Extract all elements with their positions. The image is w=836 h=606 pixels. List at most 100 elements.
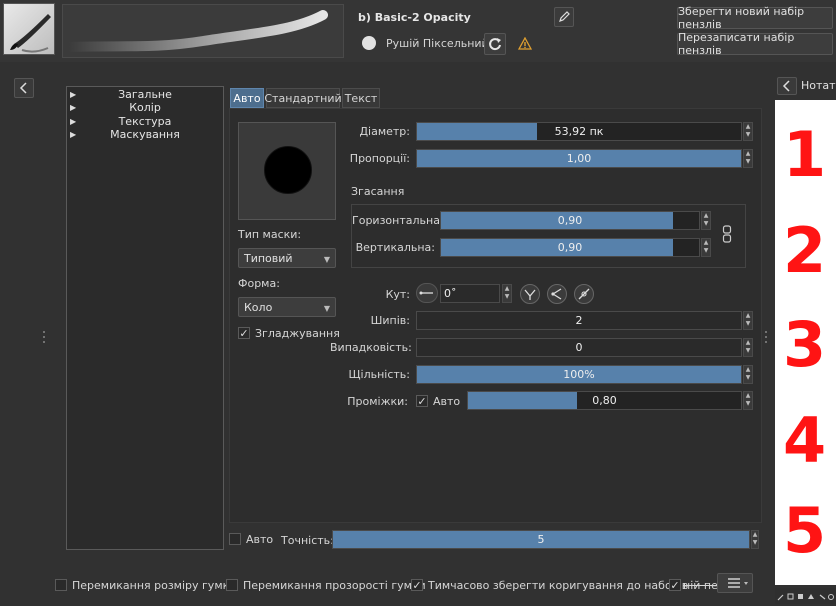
ratio-label: Пропорції: [349, 152, 410, 165]
accuracy-value: 5 [537, 533, 545, 546]
accuracy-slider[interactable]: 5 [332, 530, 750, 549]
tree-item-general[interactable]: ▶ Загальне [67, 88, 223, 101]
preset-name: b) Basic-2 Opacity [358, 11, 471, 24]
dropdown-arrow-icon: ▼ [323, 255, 330, 264]
tree-item-texture[interactable]: ▶ Текстура [67, 115, 223, 128]
temp-save-checkbox[interactable]: ✓ [411, 579, 423, 592]
randomness-value: 0 [575, 341, 583, 354]
edit-name-button[interactable] [554, 7, 574, 27]
mask-type-label: Тип маски: [238, 228, 302, 241]
note-number: 3 [783, 308, 827, 381]
save-new-preset-button[interactable]: Зберегти новий набір пензлів [677, 5, 833, 31]
eraser-opacity-checkbox[interactable] [226, 579, 238, 591]
tab-standard[interactable]: Стандартний [264, 88, 342, 108]
antialias-checkbox[interactable]: ✓ [238, 327, 250, 340]
extra-checkbox[interactable]: ✓ [669, 579, 681, 592]
horizontal-slider[interactable]: 0,90 [440, 211, 700, 230]
note-number: 2 [783, 214, 827, 287]
link-icon[interactable] [722, 225, 732, 246]
spacing-label: Проміжки: [347, 395, 408, 408]
horizontal-spin[interactable]: ▲ ▼ [701, 211, 711, 230]
shape-label: Форма: [238, 277, 280, 290]
brush-tip-shape [264, 146, 312, 194]
extra-label: ній пе [683, 579, 718, 592]
density-spin[interactable]: ▲ ▼ [743, 365, 753, 384]
diameter-spin[interactable]: ▲ ▼ [743, 122, 753, 141]
expand-arrow-icon: ▶ [70, 103, 77, 112]
ratio-value: 1,00 [566, 152, 592, 165]
overwrite-preset-button[interactable]: Перезаписати набір пензлів [677, 31, 833, 57]
spikes-spin[interactable]: ▲ ▼ [743, 311, 753, 330]
dropdown-arrow-icon: ▼ [323, 304, 330, 313]
eraser-size-label: Перемикання розміру гумки [72, 579, 237, 592]
tree-item-label: Маскування [110, 128, 180, 141]
horizontal-label: Горизонтальна: [352, 214, 444, 227]
tree-item-label: Загальне [118, 88, 172, 101]
diameter-label: Діаметр: [359, 125, 410, 138]
chevron-left-icon [782, 80, 790, 92]
density-slider[interactable]: 100% [416, 365, 742, 384]
accuracy-auto-checkbox[interactable] [229, 533, 241, 545]
vertical-label: Вертикальна: [355, 241, 435, 254]
eraser-opacity-label: Перемикання прозорості гумки [243, 579, 426, 592]
shape-select[interactable]: Коло ▼ [238, 297, 336, 317]
spikes-label: Шипів: [370, 314, 410, 327]
engine-icon [362, 36, 376, 50]
angle-input[interactable]: 0˚ [440, 284, 500, 303]
splitter-handle[interactable] [42, 330, 46, 347]
spacing-spin[interactable]: ▲ ▼ [743, 391, 753, 410]
spacing-slider[interactable]: 0,80 [467, 391, 742, 410]
note-number: 1 [783, 118, 827, 191]
tab-text[interactable]: Текст [342, 88, 380, 108]
angle-mode-icon[interactable] [520, 284, 540, 304]
angle-label: Кут: [385, 288, 410, 301]
angle-dial-icon[interactable] [416, 283, 438, 303]
notes-toolbar [775, 588, 836, 604]
antialias-label: Згладжування [255, 327, 340, 340]
ratio-slider[interactable]: 1,00 [416, 149, 742, 168]
diameter-slider[interactable]: 53,92 пк [416, 122, 742, 141]
accuracy-spin[interactable]: ▲ ▼ [751, 530, 759, 549]
expand-arrow-icon: ▶ [70, 130, 77, 139]
spacing-auto-checkbox[interactable]: ✓ [416, 395, 428, 408]
accuracy-label: Точність: [281, 534, 334, 547]
splitter-handle[interactable] [764, 330, 768, 347]
tab-auto[interactable]: Авто [230, 88, 264, 108]
vertical-value: 0,90 [557, 241, 583, 254]
spikes-input[interactable]: 2 [416, 311, 742, 330]
chevron-left-icon [19, 82, 27, 94]
notes-canvas[interactable]: 1 2 3 4 5 [775, 100, 836, 585]
randomness-label: Випадковість: [330, 341, 412, 354]
tree-item-color[interactable]: ▶ Колір [67, 101, 223, 114]
note-number: 5 [783, 494, 827, 567]
angle-snap-icon[interactable] [547, 284, 567, 304]
collapse-left-button[interactable] [14, 78, 34, 98]
vertical-slider[interactable]: 0,90 [440, 238, 700, 257]
eraser-size-checkbox[interactable] [55, 579, 67, 591]
notes-title: Нотат [801, 79, 836, 92]
reload-icon [489, 38, 501, 51]
diameter-value: 53,92 пк [554, 125, 604, 138]
options-menu-button[interactable] [717, 573, 753, 593]
brush-options-tree: ▶ Загальне ▶ Колір ▶ Текстура ▶ Маскування [66, 86, 224, 550]
temp-save-label: Тимчасово зберегти коригування до наборі… [428, 579, 689, 592]
mask-type-select[interactable]: Типовий ▼ [238, 248, 336, 268]
accuracy-auto-label: Авто [246, 533, 274, 546]
expand-arrow-icon: ▶ [70, 117, 77, 126]
vertical-spin[interactable]: ▲ ▼ [701, 238, 711, 257]
notes-collapse-button[interactable] [777, 77, 797, 95]
mask-type-value: Типовий [244, 251, 293, 265]
angle-value: 0˚ [444, 287, 457, 300]
horizontal-value: 0,90 [557, 214, 583, 227]
pencil-icon [559, 11, 570, 22]
brush-preset-icon[interactable] [3, 3, 55, 55]
ratio-spin[interactable]: ▲ ▼ [743, 149, 753, 168]
angle-reset-icon[interactable] [574, 284, 594, 304]
tree-item-masking[interactable]: ▶ Маскування [67, 128, 223, 141]
randomness-input[interactable]: 0 [416, 338, 742, 357]
spikes-value: 2 [575, 314, 583, 327]
reload-preset-button[interactable] [484, 33, 506, 55]
spacing-auto-label: Авто [433, 395, 461, 408]
randomness-spin[interactable]: ▲ ▼ [743, 338, 753, 357]
angle-spin[interactable]: ▲ ▼ [502, 284, 512, 303]
